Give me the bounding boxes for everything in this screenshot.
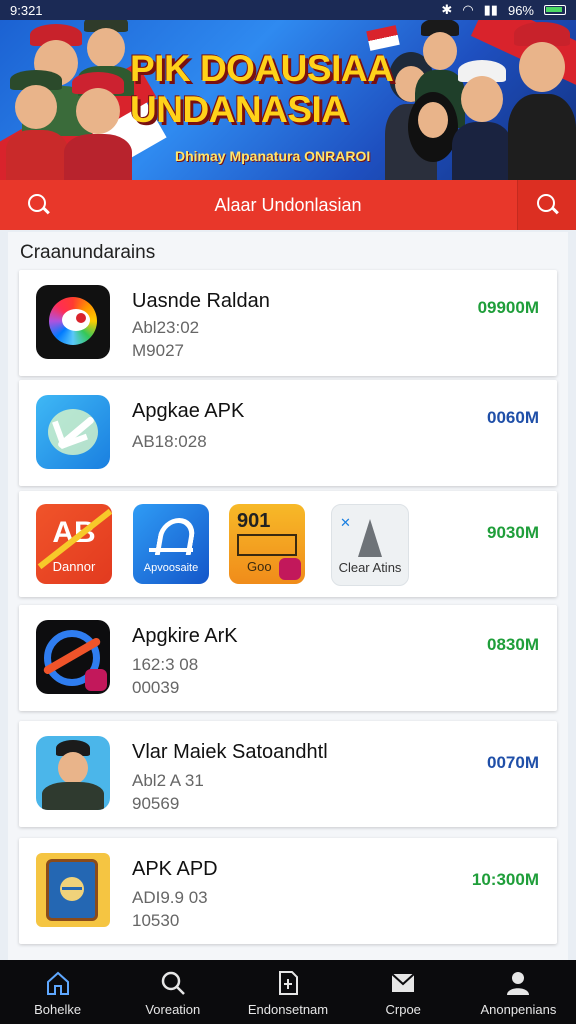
nav-label: Anonpenians: [480, 1002, 557, 1017]
app-code: M9027: [132, 341, 184, 360]
nav-item-documents[interactable]: Endonsetnam: [230, 960, 345, 1024]
app-version: 162:3 08: [132, 655, 199, 674]
app-card[interactable]: Apgkae APK AB18:028 0060M: [19, 380, 557, 486]
app-name: APK APD: [132, 858, 218, 880]
banner-person: [6, 70, 68, 180]
promo-banner[interactable]: PIK DOAUSIAA UNDANASIA Dhimay Mpanatura …: [0, 0, 576, 180]
app-logo-icon: [36, 395, 110, 469]
nav-item-account[interactable]: Anonpenians: [461, 960, 576, 1024]
app-card[interactable]: Apgkire ArK 162:3 08 00039 0830M: [19, 605, 557, 711]
battery-percent: 96%: [507, 2, 534, 18]
status-bar: 9:321 ✱ ◠ ▮▮ 96%: [0, 0, 576, 20]
banner-subtitle: Dhimay Mpanatura ONRAROI: [175, 148, 371, 164]
app-901-icon[interactable]: 901 Goo: [229, 504, 305, 584]
app-version: Abl23:02: [132, 318, 200, 337]
nav-item-home[interactable]: Bohelke: [0, 960, 115, 1024]
app-logo-icon: [36, 853, 110, 927]
section-title: Craanundarains: [20, 242, 156, 263]
banner-person: [64, 72, 132, 180]
nav-label: Bohelke: [34, 1002, 82, 1017]
nav-label: Endonsetnam: [247, 1002, 329, 1017]
app-card[interactable]: Vlar Maiek Satoandhtl Abl2 A 31 90569 00…: [19, 721, 557, 827]
wifi-icon: ◠: [462, 2, 474, 17]
banner-person: [452, 60, 512, 180]
app-code: 10530: [132, 911, 180, 930]
app-name: Apgkae APK: [132, 400, 245, 422]
app-clear-icon[interactable]: ✕ Clear Atins: [331, 504, 409, 586]
app-version: AB18:028: [132, 432, 207, 451]
app-version: ADI9.9 03: [132, 888, 208, 907]
app-name: Uasnde Raldan: [132, 290, 270, 312]
search-icon[interactable]: [28, 194, 50, 215]
status-time: 9:321: [10, 2, 43, 18]
icon-label: Dannor: [52, 559, 96, 574]
app-collection-card[interactable]: AB Dannor Apvoosaite 901 Goo ✕ Clear Ati…: [19, 491, 557, 597]
banner-title: PIK DOAUSIAA UNDANASIA: [130, 48, 394, 130]
app-a-icon[interactable]: Apvoosaite: [133, 504, 209, 584]
icon-label: Clear Atins: [338, 560, 402, 575]
nav-item-mail[interactable]: Crpoe: [346, 960, 461, 1024]
battery-icon: [544, 5, 566, 15]
app-version: Abl2 A 31: [132, 771, 204, 790]
app-size: 0070M: [487, 753, 539, 772]
signal-icon: ▮▮: [483, 2, 498, 17]
app-logo-icon: [36, 285, 110, 359]
nav-label: Crpoe: [385, 1002, 421, 1017]
doc-icon: [279, 971, 298, 995]
icon-badge: 901: [237, 510, 271, 532]
app-code: 00039: [132, 678, 180, 697]
app-logo-icon: [36, 620, 110, 694]
search-icon: [537, 194, 559, 215]
app-logo-icon: [36, 736, 110, 810]
app-size: 10:300M: [471, 870, 539, 889]
bottom-navigation: Bohelke Voreation Endonsetnam Crpoe Anon…: [0, 960, 576, 1024]
app-size: 0060M: [487, 408, 539, 427]
search-button[interactable]: [517, 180, 576, 230]
app-name: Apgkire ArK: [132, 625, 238, 647]
app-card[interactable]: APK APD ADI9.9 03 10530 10:300M: [19, 838, 557, 944]
app-card[interactable]: Uasnde Raldan Abl23:02 M9027 09900M: [19, 270, 557, 376]
app-size: 0830M: [487, 635, 539, 654]
home-icon: [46, 971, 69, 995]
bluetooth-icon: ✱: [441, 2, 453, 17]
search-bar[interactable]: Alaar Undonlasian: [0, 180, 576, 230]
app-name: Vlar Maiek Satoandhtl: [132, 741, 328, 763]
app-size: 9030M: [487, 523, 539, 542]
icon-label: Apvoosaite: [143, 562, 199, 574]
search-icon: [161, 971, 185, 995]
banner-person: [508, 22, 576, 180]
app-list-panel[interactable]: Craanundarains Uasnde Raldan Abl23:02 M9…: [8, 232, 568, 960]
app-ab-icon[interactable]: AB Dannor: [36, 504, 112, 584]
mail-icon: [391, 973, 415, 992]
user-icon: [507, 972, 530, 995]
nav-label: Voreation: [145, 1002, 201, 1017]
nav-item-search[interactable]: Voreation: [115, 960, 230, 1024]
app-code: 90569: [132, 794, 180, 813]
app-size: 09900M: [477, 298, 539, 317]
search-title: Alaar Undonlasian: [214, 194, 362, 215]
